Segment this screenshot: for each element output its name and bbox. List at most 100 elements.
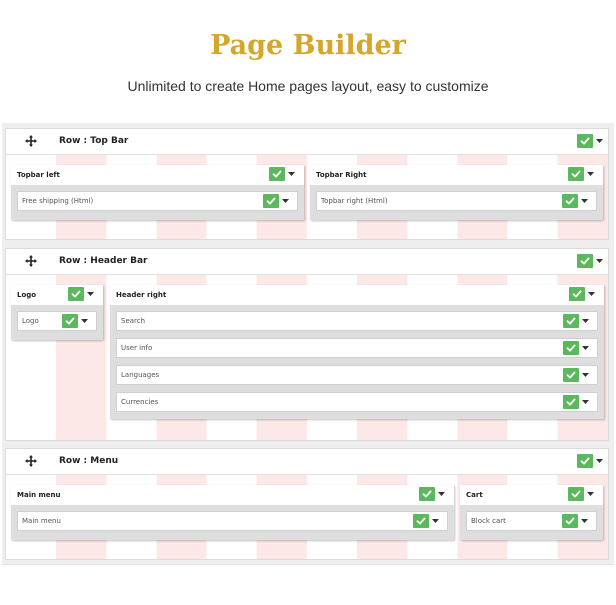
check-icon[interactable]: [419, 487, 435, 501]
module-controls: [563, 368, 591, 382]
move-icon[interactable]: [24, 454, 38, 468]
column: Main menu Main menu: [11, 485, 454, 540]
column: Cart Block cart: [460, 485, 603, 540]
check-icon[interactable]: [62, 314, 78, 328]
column-header: Topbar left: [11, 165, 304, 185]
module-label: User info: [121, 344, 153, 352]
module-block[interactable]: User info: [116, 338, 598, 358]
module-block[interactable]: Languages: [116, 365, 598, 385]
module-block[interactable]: Topbar right (Html): [316, 191, 597, 211]
builder-row: Row : Header Bar Logo Logo Header right Sear…: [6, 249, 608, 440]
module-controls: [413, 514, 441, 528]
caret-down-icon[interactable]: [436, 487, 447, 501]
row-header: Row : Header Bar: [6, 249, 608, 275]
builder-row: Row : Top Bar Topbar left Free shipping (H…: [6, 129, 608, 239]
row-grid: Logo Logo Header right Search User info Langu…: [6, 275, 608, 440]
builder-row: Row : Menu Main menu Main menu Cart Block ca…: [6, 449, 608, 559]
caret-down-icon[interactable]: [580, 395, 591, 409]
column-title: Main menu: [17, 491, 61, 499]
module-block[interactable]: Free shipping (Html): [17, 191, 298, 211]
caret-down-icon[interactable]: [594, 134, 605, 148]
row-controls: [577, 134, 605, 148]
module-label: Free shipping (Html): [22, 197, 94, 205]
module-controls: [563, 341, 591, 355]
caret-down-icon[interactable]: [579, 194, 590, 208]
check-icon[interactable]: [563, 314, 579, 328]
check-icon[interactable]: [68, 287, 84, 301]
check-icon[interactable]: [562, 194, 578, 208]
module-block[interactable]: Main menu: [17, 511, 448, 531]
check-icon[interactable]: [563, 395, 579, 409]
column-controls: [269, 167, 297, 181]
module-controls: [562, 514, 590, 528]
row-header: Row : Top Bar: [6, 129, 608, 155]
column-title: Header right: [116, 291, 167, 299]
module-block[interactable]: Currencies: [116, 392, 598, 412]
module-label: Topbar right (Html): [321, 197, 388, 205]
column-title: Cart: [466, 491, 483, 499]
caret-down-icon[interactable]: [585, 167, 596, 181]
caret-down-icon[interactable]: [580, 314, 591, 328]
column-controls: [419, 487, 447, 501]
row-title: Row : Header Bar: [59, 256, 148, 266]
module-label: Search: [121, 317, 146, 325]
module-label: Logo: [22, 317, 39, 325]
caret-down-icon[interactable]: [430, 514, 441, 528]
caret-down-icon[interactable]: [579, 514, 590, 528]
check-icon[interactable]: [577, 254, 593, 268]
divider: [2, 564, 614, 565]
module-controls: [563, 395, 591, 409]
column-header: Main menu: [11, 485, 454, 505]
module-label: Block cart: [471, 517, 506, 525]
move-icon[interactable]: [24, 134, 38, 148]
check-icon[interactable]: [413, 514, 429, 528]
column: Header right Search User info Languages Curr…: [110, 285, 604, 419]
check-icon[interactable]: [269, 167, 285, 181]
caret-down-icon[interactable]: [85, 287, 96, 301]
column-header: Cart: [460, 485, 603, 505]
module-block[interactable]: Logo: [17, 311, 97, 331]
module-label: Languages: [121, 371, 160, 379]
check-icon[interactable]: [563, 368, 579, 382]
module-controls: [563, 314, 591, 328]
caret-down-icon[interactable]: [594, 454, 605, 468]
column-header: Logo: [11, 285, 103, 305]
row-grid: Main menu Main menu Cart Block cart: [6, 475, 608, 559]
module-label: Main menu: [22, 517, 61, 525]
check-icon[interactable]: [569, 287, 585, 301]
row-header: Row : Menu: [6, 449, 608, 475]
caret-down-icon[interactable]: [580, 341, 591, 355]
column: Logo Logo: [11, 285, 103, 340]
column-controls: [568, 167, 596, 181]
check-icon[interactable]: [263, 194, 279, 208]
module-block[interactable]: Search: [116, 311, 598, 331]
caret-down-icon[interactable]: [79, 314, 90, 328]
caret-down-icon[interactable]: [594, 254, 605, 268]
check-icon[interactable]: [568, 487, 584, 501]
column-header: Header right: [110, 285, 604, 305]
check-icon[interactable]: [577, 134, 593, 148]
column: Topbar left Free shipping (Html): [11, 165, 304, 220]
column-controls: [68, 287, 96, 301]
caret-down-icon[interactable]: [586, 287, 597, 301]
column-controls: [569, 287, 597, 301]
module-block[interactable]: Block cart: [466, 511, 597, 531]
row-controls: [577, 254, 605, 268]
caret-down-icon[interactable]: [580, 368, 591, 382]
column-title: Topbar left: [17, 171, 60, 179]
row-grid: Topbar left Free shipping (Html) Topbar Ri…: [6, 155, 608, 239]
check-icon[interactable]: [563, 341, 579, 355]
column-title: Topbar Right: [316, 171, 367, 179]
check-icon[interactable]: [577, 454, 593, 468]
move-icon[interactable]: [24, 254, 38, 268]
column-controls: [568, 487, 596, 501]
check-icon[interactable]: [562, 514, 578, 528]
row-title: Row : Menu: [59, 456, 119, 466]
module-label: Currencies: [121, 398, 159, 406]
caret-down-icon[interactable]: [286, 167, 297, 181]
check-icon[interactable]: [568, 167, 584, 181]
column-title: Logo: [17, 291, 37, 299]
caret-down-icon[interactable]: [280, 194, 291, 208]
row-title: Row : Top Bar: [59, 136, 129, 146]
caret-down-icon[interactable]: [585, 487, 596, 501]
